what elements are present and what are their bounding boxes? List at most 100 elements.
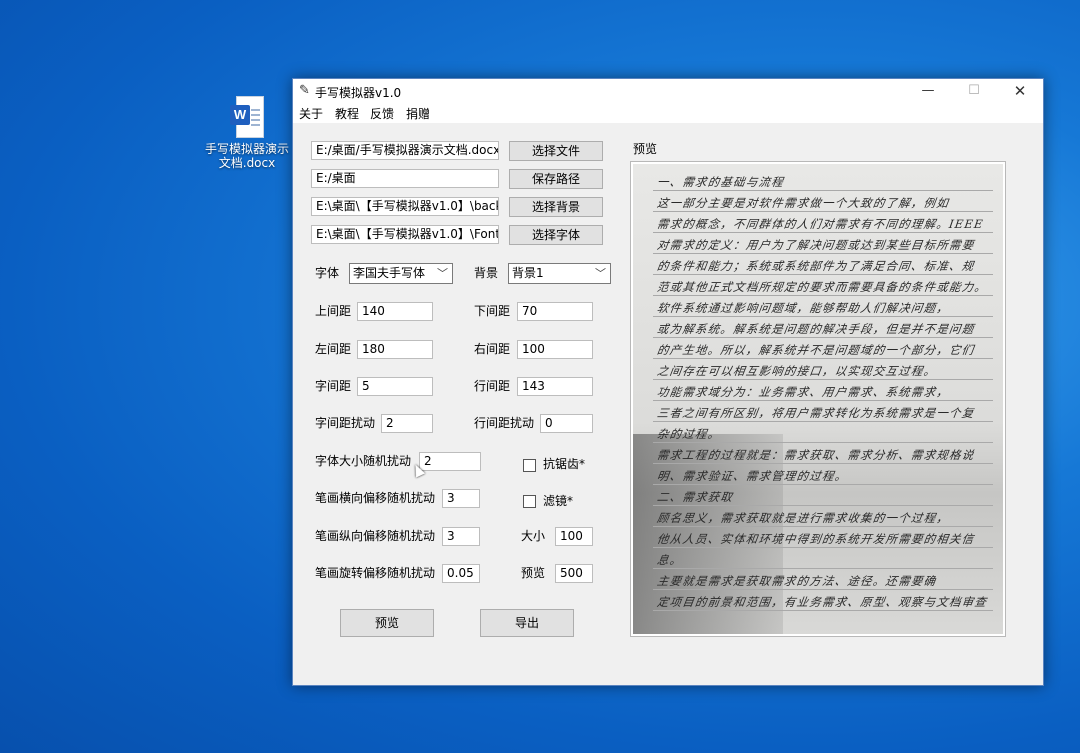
vshift-jitter-label: 笔画纵向偏移随机扰动 — [315, 529, 436, 543]
top-margin-label: 上间距 — [315, 304, 352, 318]
select-font-button[interactable]: 选择字体 — [509, 225, 603, 245]
handwritten-line: 之间存在可以相互影响的接口，以实现交互过程。 — [656, 364, 938, 378]
bottom-margin-input[interactable]: 70 — [517, 302, 593, 321]
antialias-checkbox[interactable] — [523, 459, 536, 472]
handwritten-line: 三者之间有所区别，将用户需求转化为系统需求是一个复 — [656, 406, 976, 420]
size-input[interactable]: 100 — [555, 527, 593, 546]
handwritten-line: 或为解系统。解系统是问题的解决手段，但是并不是问题 — [656, 322, 976, 336]
bg-path-input[interactable]: E:\桌面\【手写模拟器v1.0】\backgr — [311, 197, 499, 216]
menu-feedback[interactable]: 反馈 — [370, 105, 394, 122]
font-select[interactable]: 李国夫手写体 ﹀ — [349, 263, 453, 284]
menu-donate[interactable]: 捐赠 — [406, 105, 430, 122]
export-button[interactable]: 导出 — [480, 609, 574, 637]
handwritten-line: 对需求的定义：用户为了解决问题或达到某些目标所需要 — [656, 238, 976, 252]
handwritten-line: 需求工程的过程就是：需求获取、需求分析、需求规格说 — [656, 448, 976, 462]
ruled-line — [653, 211, 993, 212]
rotation-jitter-label: 笔画旋转偏移随机扰动 — [315, 566, 436, 580]
size-jitter-input[interactable]: 2 — [419, 452, 481, 471]
menu-tutorial[interactable]: 教程 — [335, 105, 359, 122]
ruled-line — [653, 484, 993, 485]
top-margin-input[interactable]: 140 — [357, 302, 433, 321]
app-window: ✎ 手写模拟器v1.0 — ☐ ✕ 关于 教程 反馈 捐赠 E:/桌面/手写模拟… — [292, 78, 1044, 686]
word-badge: W — [230, 105, 250, 125]
size-label: 大小 — [521, 529, 546, 543]
ruled-line — [653, 379, 993, 380]
doc-path-input[interactable]: E:/桌面/手写模拟器演示文档.docx — [311, 141, 499, 160]
preview-image: 一、需求的基础与流程这一部分主要是对软件需求做一个大致的了解，例如需求的概念，不… — [630, 161, 1006, 637]
ruled-line — [653, 253, 993, 254]
save-path-input[interactable]: E:/桌面 — [311, 169, 499, 188]
handwritten-line: 这一部分主要是对软件需求做一个大致的了解，例如 — [656, 196, 951, 210]
ruled-line — [653, 358, 993, 359]
handwritten-line: 顾名思义，需求获取就是进行需求收集的一个过程， — [656, 511, 951, 525]
left-margin-input[interactable]: 180 — [357, 340, 433, 359]
font-select-value: 李国夫手写体 — [353, 266, 426, 280]
handwritten-line: 他从人员、实体和环境中得到的系统开发所需要的相关信 — [656, 532, 976, 546]
title-bar[interactable]: ✎ 手写模拟器v1.0 — ☐ ✕ — [293, 79, 1043, 103]
preview-panel-label: 预览 — [633, 142, 658, 156]
line-jitter-input[interactable]: 0 — [540, 414, 593, 433]
handwritten-line: 软件系统通过影响问题域，能够帮助人们解决问题， — [656, 301, 951, 315]
line-jitter-label: 行间距扰动 — [474, 416, 535, 430]
ruled-line — [653, 274, 993, 275]
char-jitter-label: 字间距扰动 — [315, 416, 376, 430]
char-spacing-label: 字间距 — [315, 379, 352, 393]
char-spacing-input[interactable]: 5 — [357, 377, 433, 396]
handwritten-line: 一、需求的基础与流程 — [656, 175, 785, 189]
right-margin-label: 右间距 — [474, 342, 511, 356]
right-margin-input[interactable]: 100 — [517, 340, 593, 359]
bg-select[interactable]: 背景1 ﹀ — [508, 263, 611, 284]
select-bg-button[interactable]: 选择背景 — [509, 197, 603, 217]
preview-size-label: 预览 — [521, 566, 546, 580]
minimize-button[interactable]: — — [905, 79, 951, 103]
handwritten-line: 功能需求域分为：业务需求、用户需求、系统需求， — [656, 385, 951, 399]
ruled-line — [653, 337, 993, 338]
ruled-line — [653, 505, 993, 506]
desktop-file-name: 手写模拟器演示文档.docx — [205, 142, 290, 170]
word-doc-icon: W — [230, 96, 264, 138]
bg-select-value: 背景1 — [512, 266, 544, 280]
handwritten-line: 主要就是需求是获取需求的方法、途径。还需要确 — [656, 574, 938, 588]
preview-size-input[interactable]: 500 — [555, 564, 593, 583]
font-path-input[interactable]: E:\桌面\【手写模拟器v1.0】\Fonts\字 — [311, 225, 499, 244]
chevron-down-icon: ﹀ — [437, 267, 448, 280]
preview-button[interactable]: 预览 — [340, 609, 434, 637]
ruled-line — [653, 295, 993, 296]
filter-label: 滤镜* — [543, 494, 574, 508]
ruled-line — [653, 442, 993, 443]
maximize-button[interactable]: ☐ — [951, 79, 997, 103]
left-margin-label: 左间距 — [315, 342, 352, 356]
filter-checkbox[interactable] — [523, 495, 536, 508]
handwritten-page: 一、需求的基础与流程这一部分主要是对软件需求做一个大致的了解，例如需求的概念，不… — [633, 164, 1003, 634]
save-path-button[interactable]: 保存路径 — [509, 169, 603, 189]
desktop-file[interactable]: W 手写模拟器演示文档.docx — [205, 96, 289, 170]
ruled-line — [653, 610, 993, 611]
line-spacing-input[interactable]: 143 — [517, 377, 593, 396]
hshift-jitter-input[interactable]: 3 — [442, 489, 480, 508]
rotation-jitter-input[interactable]: 0.05 — [442, 564, 480, 583]
select-file-button[interactable]: 选择文件 — [509, 141, 603, 161]
ruled-line — [653, 547, 993, 548]
ruled-line — [653, 463, 993, 464]
ruled-line — [653, 589, 993, 590]
char-jitter-input[interactable]: 2 — [381, 414, 433, 433]
menu-bar: 关于 教程 反馈 捐赠 — [293, 103, 1043, 123]
ruled-line — [653, 568, 993, 569]
ruled-line — [653, 526, 993, 527]
handwritten-line: 明、需求验证、需求管理的过程。 — [656, 469, 849, 483]
window-title: 手写模拟器v1.0 — [315, 86, 402, 100]
antialias-label: 抗锯齿* — [543, 457, 586, 471]
size-jitter-label: 字体大小随机扰动 — [315, 454, 412, 468]
bottom-margin-label: 下间距 — [474, 304, 511, 318]
close-button[interactable]: ✕ — [997, 79, 1043, 103]
ruled-line — [653, 190, 993, 191]
menu-about[interactable]: 关于 — [299, 105, 323, 122]
line-spacing-label: 行间距 — [474, 379, 511, 393]
feather-icon: ✎ — [299, 83, 310, 98]
handwritten-line: 定项目的前景和范围，有业务需求、原型、观察与文档审查 — [656, 595, 989, 609]
ruled-line — [653, 316, 993, 317]
handwritten-line: 需求的概念，不同群体的人们对需求有不同的理解。IEEE — [656, 217, 985, 231]
ruled-line — [653, 232, 993, 233]
ruled-line — [653, 421, 993, 422]
vshift-jitter-input[interactable]: 3 — [442, 527, 480, 546]
